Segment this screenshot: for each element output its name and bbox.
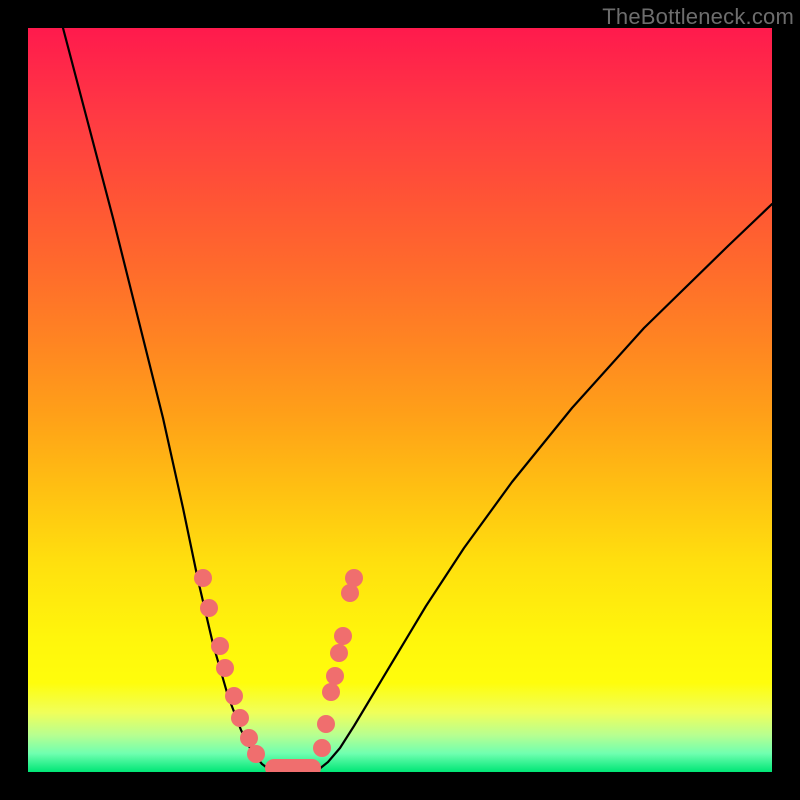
right-curve — [318, 204, 772, 770]
data-point — [341, 584, 359, 602]
points-right — [313, 569, 363, 757]
data-point — [330, 644, 348, 662]
data-point — [317, 715, 335, 733]
chart-frame: TheBottleneck.com — [0, 0, 800, 800]
data-point — [247, 745, 265, 763]
plot-area — [28, 28, 772, 772]
data-point — [313, 739, 331, 757]
data-point — [200, 599, 218, 617]
data-point — [326, 667, 344, 685]
data-point — [231, 709, 249, 727]
data-point — [211, 637, 229, 655]
chart-svg — [28, 28, 772, 772]
data-point — [194, 569, 212, 587]
bottom-pill-shape — [265, 759, 321, 772]
data-point — [240, 729, 258, 747]
curve-layer — [63, 28, 772, 772]
data-point — [334, 627, 352, 645]
bottom-pill — [265, 759, 321, 772]
data-point — [216, 659, 234, 677]
data-point — [225, 687, 243, 705]
left-curve — [63, 28, 270, 770]
watermark-text: TheBottleneck.com — [602, 4, 794, 30]
data-point — [322, 683, 340, 701]
points-left — [194, 569, 265, 763]
